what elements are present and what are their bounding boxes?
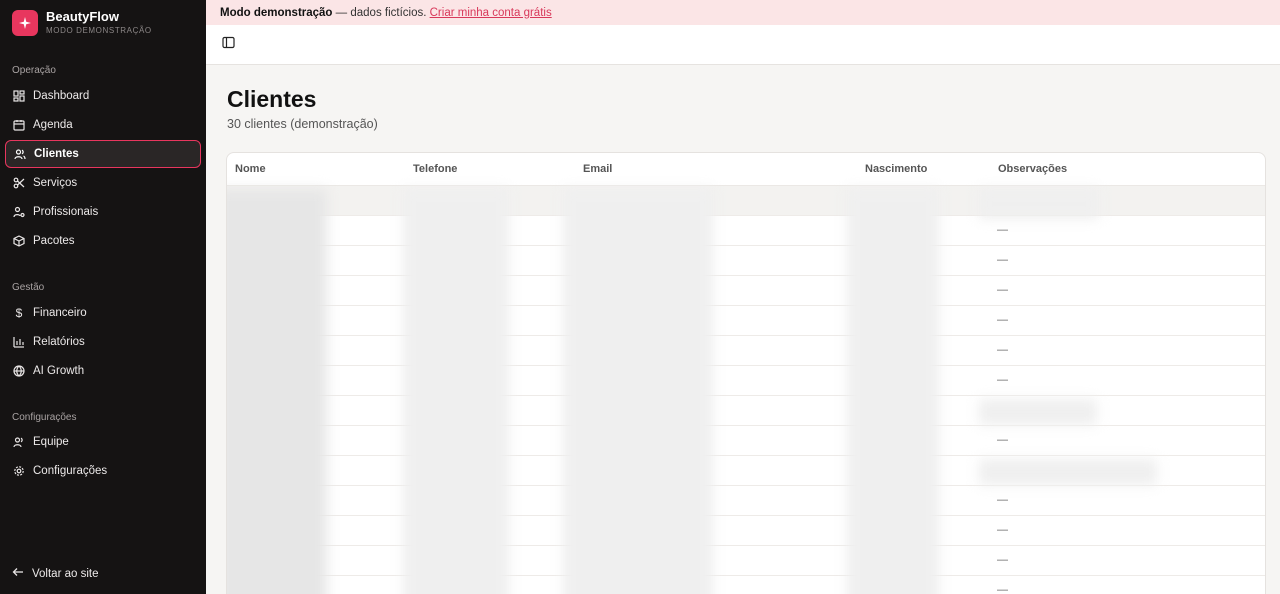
sidebar-item-configuracoes[interactable]: Configurações: [5, 457, 201, 485]
section-label-gestao: Gestão: [12, 282, 45, 293]
grid-icon: [13, 90, 25, 102]
demo-banner-text: — dados fictícios.: [332, 6, 430, 19]
page-subtitle: 30 clientes (demonstração): [227, 117, 378, 131]
sidebar-item-label: Profissionais: [33, 206, 99, 218]
table-row[interactable]: —: [227, 366, 1265, 396]
observation-cell: —: [997, 494, 1008, 506]
redacted-observation: [979, 459, 1157, 485]
table-row[interactable]: —: [227, 426, 1265, 456]
page-title: Clientes: [227, 86, 317, 112]
sidebar-item-label: Financeiro: [33, 307, 87, 319]
redacted-name-column: [227, 189, 327, 594]
redacted-observation: [979, 189, 1099, 219]
clients-table: Nome Telefone Email Nascimento Observaçõ…: [226, 152, 1266, 594]
observation-cell: —: [997, 374, 1008, 386]
sidebar-item-ai-growth[interactable]: AI Growth: [5, 357, 201, 385]
sidebar-item-profissionais[interactable]: Profissionais: [5, 198, 201, 226]
table-row[interactable]: —: [227, 306, 1265, 336]
observation-cell: —: [997, 434, 1008, 446]
table-row[interactable]: —: [227, 336, 1265, 366]
back-to-site-label: Voltar ao site: [32, 567, 99, 580]
users-icon: [14, 148, 26, 160]
gear-icon: [13, 465, 25, 477]
section-label-configuracoes: Configurações: [12, 412, 77, 423]
brand-name: BeautyFlow: [46, 9, 119, 24]
table-row[interactable]: [227, 396, 1265, 426]
panel-left-icon: [221, 36, 235, 54]
redacted-birthdate-column: [847, 189, 939, 594]
sidebar-item-clientes[interactable]: Clientes: [5, 140, 201, 168]
observation-cell: —: [997, 554, 1008, 566]
demo-banner: Modo demonstração — dados fictícios. Cri…: [206, 0, 1280, 25]
dollar-icon: $: [15, 306, 23, 320]
sidebar-item-label: Serviços: [33, 177, 78, 189]
calendar-icon: [13, 119, 25, 131]
sidebar-toggle-button[interactable]: [220, 36, 236, 54]
table-row[interactable]: —: [227, 516, 1265, 546]
column-header-observacoes[interactable]: Observações: [998, 163, 1067, 175]
team-icon: [13, 436, 25, 448]
table-row[interactable]: —: [227, 486, 1265, 516]
sidebar-item-servicos[interactable]: Serviços: [5, 169, 201, 197]
observation-cell: —: [997, 344, 1008, 356]
column-header-nascimento[interactable]: Nascimento: [865, 163, 927, 175]
sidebar-item-label: AI Growth: [33, 365, 85, 377]
sidebar-item-relatorios[interactable]: Relatórios: [5, 328, 201, 356]
observation-cell: —: [997, 584, 1008, 594]
sidebar-item-label: Clientes: [34, 148, 79, 160]
sidebar-item-label: Pacotes: [33, 235, 75, 247]
brand-logo-icon: [12, 10, 38, 36]
globe-icon: [13, 365, 25, 377]
demo-banner-title: Modo demonstração: [220, 6, 333, 19]
table-row[interactable]: [227, 186, 1265, 216]
sidebar-item-label: Configurações: [33, 465, 108, 477]
column-header-nome[interactable]: Nome: [235, 163, 266, 175]
redacted-observation: [979, 399, 1097, 425]
sidebar: BeautyFlow MODO DEMONSTRAÇÃO Operação Da…: [0, 0, 206, 594]
package-icon: [13, 235, 25, 247]
table-row[interactable]: —: [227, 216, 1265, 246]
user-cog-icon: [13, 206, 25, 218]
scissors-icon: [13, 177, 25, 189]
create-account-link[interactable]: Criar minha conta grátis: [430, 7, 552, 19]
table-row[interactable]: —: [227, 246, 1265, 276]
observation-cell: —: [997, 254, 1008, 266]
table-row[interactable]: —: [227, 576, 1265, 594]
sidebar-item-label: Equipe: [33, 436, 69, 448]
sidebar-item-label: Dashboard: [33, 90, 90, 102]
arrow-left-icon: [12, 566, 24, 581]
sidebar-item-equipe[interactable]: Equipe: [5, 428, 201, 456]
redacted-phone-column: [403, 189, 509, 594]
observation-cell: —: [997, 224, 1008, 236]
top-toolbar: [206, 25, 1280, 65]
sidebar-item-pacotes[interactable]: Pacotes: [5, 227, 201, 255]
table-header: Nome Telefone Email Nascimento Observaçõ…: [227, 153, 1265, 186]
sidebar-item-label: Relatórios: [33, 336, 85, 348]
sidebar-item-agenda[interactable]: Agenda: [5, 111, 201, 139]
sidebar-item-label: Agenda: [33, 119, 73, 131]
brand-subtitle: MODO DEMONSTRAÇÃO: [46, 26, 152, 35]
column-header-telefone[interactable]: Telefone: [413, 163, 457, 175]
section-label-operacao: Operação: [12, 65, 56, 76]
observation-cell: —: [997, 284, 1008, 296]
column-header-email[interactable]: Email: [583, 163, 612, 175]
table-row[interactable]: —: [227, 546, 1265, 576]
sidebar-item-dashboard[interactable]: Dashboard: [5, 82, 201, 110]
bar-chart-icon: [13, 336, 25, 348]
redacted-email-column: [563, 189, 713, 594]
back-to-site-link[interactable]: Voltar ao site: [12, 566, 98, 581]
sidebar-item-financeiro[interactable]: $ Financeiro: [5, 299, 201, 327]
brand[interactable]: BeautyFlow MODO DEMONSTRAÇÃO: [12, 10, 152, 36]
observation-cell: —: [997, 314, 1008, 326]
observation-cell: —: [997, 524, 1008, 536]
table-row[interactable]: —: [227, 276, 1265, 306]
